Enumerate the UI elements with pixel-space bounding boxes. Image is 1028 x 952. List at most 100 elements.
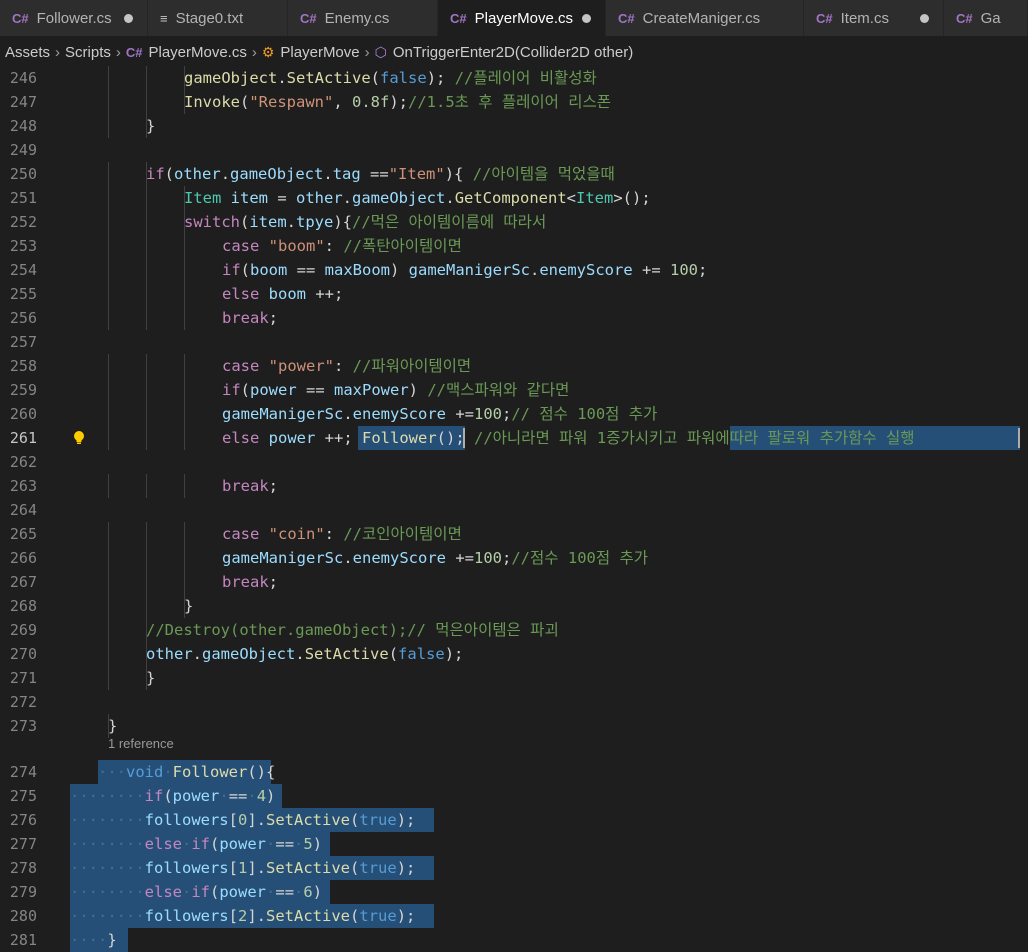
code-line[interactable]: 253 case "boom": //폭탄아이템이면 bbox=[0, 234, 1028, 258]
indent-guide bbox=[184, 378, 185, 402]
code-token: if bbox=[222, 381, 241, 399]
code-line[interactable]: 250 if(other.gameObject.tag =="Item"){ //… bbox=[0, 162, 1028, 186]
code-line[interactable]: 274 ···void·Follower(){ bbox=[0, 760, 1028, 784]
code-token: · bbox=[294, 883, 304, 901]
tab-playermove-cs[interactable]: C# PlayerMove.cs bbox=[438, 0, 606, 36]
code-line[interactable]: 280 ········followers[2].SetActive(true); bbox=[0, 904, 1028, 928]
code-token: ; bbox=[502, 549, 512, 567]
code-line[interactable]: 281 ····} bbox=[0, 928, 1028, 952]
code-token: ) bbox=[312, 883, 323, 901]
indent-guide bbox=[184, 522, 185, 546]
indent-guide bbox=[146, 378, 147, 402]
code-line[interactable]: 259 if(power == maxPower) //맥스파워와 같다면 bbox=[0, 378, 1028, 402]
code-line[interactable]: 262 bbox=[0, 450, 1028, 474]
code-line[interactable]: 265 case "coin": //코인아이템이면 bbox=[0, 522, 1028, 546]
code-token: "power" bbox=[268, 357, 334, 375]
code-token: ++; bbox=[315, 429, 363, 447]
code-token: "coin" bbox=[268, 525, 325, 543]
indent-guide bbox=[146, 66, 147, 90]
code-token: 1 bbox=[238, 859, 248, 877]
breadcrumb-file[interactable]: PlayerMove.cs bbox=[148, 44, 246, 61]
code-token: //맥스파워와 같다면 bbox=[427, 381, 570, 399]
code-line[interactable]: 275 ········if(power·==·4) bbox=[0, 784, 1028, 808]
tab-item-cs[interactable]: C# Item.cs bbox=[804, 0, 944, 36]
code-line[interactable]: 255 else boom ++; bbox=[0, 282, 1028, 306]
tab-follower-cs[interactable]: C# Follower.cs bbox=[0, 0, 148, 36]
code-line[interactable]: 264 bbox=[0, 498, 1028, 522]
code-line[interactable]: 269 //Destroy(other.gameObject);// 먹은아이템은… bbox=[0, 618, 1028, 642]
code-line[interactable]: 273} bbox=[0, 714, 1028, 738]
breadcrumb-folder-scripts[interactable]: Scripts bbox=[65, 44, 111, 61]
line-number: 277 bbox=[9, 835, 37, 853]
code-text: ········followers[0].SetActive(true); bbox=[70, 808, 415, 832]
code-token: false bbox=[398, 645, 445, 663]
code-line[interactable]: 278 ········followers[1].SetActive(true); bbox=[0, 856, 1028, 880]
unsaved-dot-icon[interactable] bbox=[920, 14, 929, 23]
code-token: ( bbox=[240, 261, 251, 279]
code-token: else bbox=[222, 285, 260, 303]
unsaved-dot-icon[interactable] bbox=[582, 14, 591, 23]
code-line[interactable]: 263 break; bbox=[0, 474, 1028, 498]
code-text: Item item = other.gameObject.GetComponen… bbox=[184, 186, 651, 210]
code-token: ) bbox=[390, 261, 409, 279]
code-line[interactable]: 270 other.gameObject.SetActive(false); bbox=[0, 642, 1028, 666]
indent-guide bbox=[184, 234, 185, 258]
code-token: power bbox=[219, 835, 267, 853]
breadcrumb-method[interactable]: OnTriggerEnter2D(Collider2D other) bbox=[393, 44, 633, 61]
line-number: 259 bbox=[9, 381, 37, 399]
code-token: //Destroy(other.gameObject);// 먹은아이템은 파괴 bbox=[146, 621, 559, 639]
code-line[interactable]: 247 Invoke("Respawn", 0.8f);//1.5초 후 플레이어… bbox=[0, 90, 1028, 114]
unsaved-dot-icon[interactable] bbox=[124, 14, 133, 23]
code-line[interactable]: 251 Item item = other.gameObject.GetCompo… bbox=[0, 186, 1028, 210]
code-line[interactable]: 260 gameManigerSc.enemyScore +=100;// 점수 … bbox=[0, 402, 1028, 426]
code-line[interactable]: 277 ········else·if(power·==·5) bbox=[0, 832, 1028, 856]
code-token: maxBoom bbox=[324, 261, 390, 279]
code-line[interactable]: 257 bbox=[0, 330, 1028, 354]
code-token: 2 bbox=[238, 907, 248, 925]
tab-createmaniger-cs[interactable]: C# CreateManiger.cs bbox=[606, 0, 804, 36]
code-line[interactable]: 276 ········followers[0].SetActive(true); bbox=[0, 808, 1028, 832]
code-line[interactable]: 267 break; bbox=[0, 570, 1028, 594]
indent-guide bbox=[108, 90, 109, 114]
whitespace-render: ········ bbox=[70, 859, 145, 877]
code-line[interactable]: 254 if(boom == maxBoom) gameManigerSc.ene… bbox=[0, 258, 1028, 282]
code-line[interactable]: 279 ········else·if(power·==·6) bbox=[0, 880, 1028, 904]
csharp-icon: C# bbox=[618, 10, 635, 26]
code-line[interactable]: 249 bbox=[0, 138, 1028, 162]
tab-ga[interactable]: C# Ga bbox=[944, 0, 1028, 36]
tab-enemy-cs[interactable]: C# Enemy.cs bbox=[288, 0, 438, 36]
code-line[interactable]: 246 gameObject.SetActive(false); //플레이어 비… bbox=[0, 66, 1028, 90]
indent-guide bbox=[108, 114, 109, 138]
breadcrumb-class[interactable]: PlayerMove bbox=[280, 44, 359, 61]
code-line[interactable]: 268} bbox=[0, 594, 1028, 618]
code-token: 0.8f bbox=[352, 93, 390, 111]
indent-guide bbox=[108, 402, 109, 426]
code-token: . bbox=[220, 165, 231, 183]
line-number: 270 bbox=[9, 645, 37, 663]
code-token: += bbox=[446, 549, 474, 567]
code-line[interactable]: 261 else power ++; Follower(); //아니라면 파워 … bbox=[0, 426, 1028, 450]
indent-guide bbox=[108, 162, 109, 186]
code-line[interactable]: 256 break; bbox=[0, 306, 1028, 330]
code-token: == bbox=[296, 381, 335, 399]
code-token: true bbox=[359, 811, 397, 829]
code-editor[interactable]: 1 reference 246 gameObject.SetActive(fals… bbox=[0, 66, 1028, 952]
indent-guide bbox=[146, 522, 147, 546]
code-line[interactable]: 271} bbox=[0, 666, 1028, 690]
code-token: true bbox=[359, 907, 397, 925]
lightbulb-icon[interactable] bbox=[72, 430, 86, 446]
code-line[interactable]: 252 switch(item.tpye){//먹은 아이템이름에 따라서 bbox=[0, 210, 1028, 234]
code-line[interactable]: 266 gameManigerSc.enemyScore +=100;//점수 1… bbox=[0, 546, 1028, 570]
code-line[interactable]: 258 case "power": //파워아이템이면 bbox=[0, 354, 1028, 378]
indent-guide bbox=[108, 354, 109, 378]
code-line[interactable]: 248} bbox=[0, 114, 1028, 138]
breadcrumb-folder-assets[interactable]: Assets bbox=[5, 44, 50, 61]
code-token: "Respawn" bbox=[249, 93, 334, 111]
indent-guide bbox=[146, 570, 147, 594]
tab-stage0-txt[interactable]: ≡ Stage0.txt bbox=[148, 0, 288, 36]
code-line[interactable]: 272 bbox=[0, 690, 1028, 714]
code-token: //폭탄아이템이면 bbox=[343, 237, 462, 255]
